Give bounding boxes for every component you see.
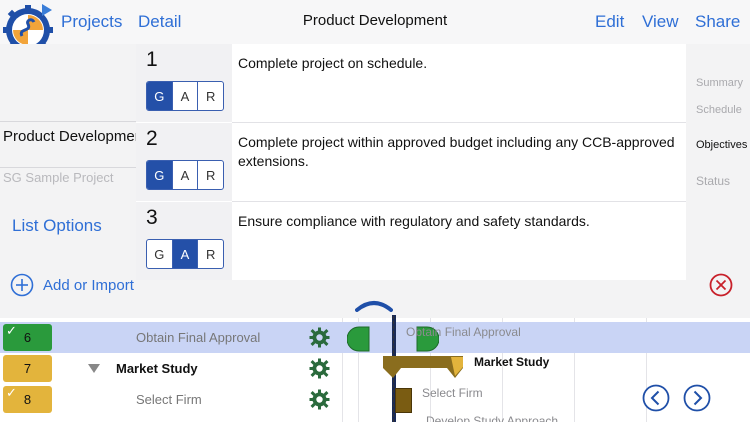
drag-handle-icon[interactable]: [355, 298, 393, 312]
project-name[interactable]: Product Development: [3, 128, 147, 146]
objective-text[interactable]: Complete project within approved budget …: [238, 133, 678, 171]
add-circle-icon[interactable]: [10, 273, 34, 297]
gar-selector: G A R: [146, 81, 224, 111]
gar-green-option[interactable]: G: [147, 82, 173, 110]
chevron-right-circle-icon[interactable]: [683, 384, 711, 412]
gar-selector: G A R: [146, 239, 224, 269]
tab-objectives[interactable]: Objectives: [696, 139, 747, 151]
gar-green-option[interactable]: G: [147, 161, 173, 189]
table-row[interactable]: 7 Market Study: [0, 353, 750, 384]
task-number-badge[interactable]: ✓ 6: [3, 323, 52, 351]
gantt-task-label: Develop Study Approach: [426, 414, 559, 422]
task-number: 6: [23, 330, 32, 345]
tab-summary[interactable]: Summary: [696, 77, 743, 89]
add-or-import-button[interactable]: Add or Import: [43, 277, 134, 294]
gear-icon[interactable]: [309, 389, 330, 410]
projects-nav-link[interactable]: Projects: [61, 12, 122, 32]
gar-amber-option[interactable]: A: [173, 82, 199, 110]
task-number: 7: [23, 361, 32, 376]
objectives-popover: 1 G A R Complete project on schedule. 2 …: [136, 44, 686, 280]
gar-green-option[interactable]: G: [147, 240, 173, 268]
view-button[interactable]: View: [642, 12, 679, 32]
objective-number: 1: [146, 48, 158, 71]
task-name[interactable]: Market Study: [116, 361, 198, 376]
edit-button[interactable]: Edit: [595, 12, 624, 32]
detail-nav-link[interactable]: Detail: [138, 12, 181, 32]
chevron-left-circle-icon[interactable]: [642, 384, 670, 412]
check-icon: ✓: [6, 385, 17, 400]
gar-selector: G A R: [146, 160, 224, 190]
left-panel: [0, 44, 136, 280]
gar-amber-option[interactable]: A: [173, 161, 199, 189]
objective-row: 1 G A R Complete project on schedule.: [136, 44, 686, 122]
close-circle-icon[interactable]: [709, 273, 733, 297]
share-button[interactable]: Share: [695, 12, 740, 32]
gantt-task-label: Obtain Final Approval: [406, 325, 521, 339]
tab-schedule[interactable]: Schedule: [696, 104, 742, 116]
triangle-down-icon[interactable]: [88, 364, 100, 373]
task-bar[interactable]: [395, 388, 412, 413]
task-number-badge[interactable]: ✓ 8: [3, 385, 52, 413]
task-number-badge[interactable]: 7: [3, 355, 52, 382]
gantt-task-label: Select Firm: [422, 386, 483, 400]
gar-amber-option[interactable]: A: [172, 240, 199, 268]
project-subtitle: SG Sample Project: [3, 170, 114, 185]
objective-number: 2: [146, 127, 158, 150]
task-name[interactable]: Obtain Final Approval: [136, 330, 260, 345]
gar-red-option[interactable]: R: [198, 82, 223, 110]
summary-bar[interactable]: [383, 356, 465, 380]
objective-number: 3: [146, 206, 158, 229]
gantt-task-label: Market Study: [474, 355, 550, 369]
objective-row: 3 G A R Ensure compliance with regulator…: [136, 202, 686, 280]
divider: [0, 121, 136, 122]
list-options-button[interactable]: List Options: [12, 216, 102, 236]
check-icon: ✓: [6, 323, 17, 338]
objective-text[interactable]: Ensure compliance with regulatory and sa…: [238, 212, 678, 231]
gar-red-option[interactable]: R: [198, 240, 223, 268]
task-name[interactable]: Select Firm: [136, 392, 202, 407]
task-number: 8: [23, 392, 32, 407]
gear-icon[interactable]: [309, 327, 330, 348]
gar-red-option[interactable]: R: [198, 161, 223, 189]
objective-text[interactable]: Complete project on schedule.: [238, 54, 678, 73]
gear-icon[interactable]: [309, 358, 330, 379]
table-row[interactable]: ✓ 8 Select Firm: [0, 384, 750, 415]
divider: [0, 167, 136, 168]
objective-row: 2 G A R Complete project within approved…: [136, 123, 686, 201]
tab-status[interactable]: Status: [696, 174, 730, 188]
